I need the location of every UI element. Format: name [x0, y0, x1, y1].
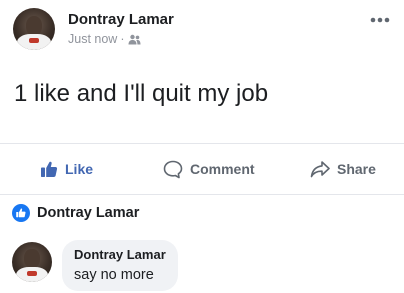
meta-separator: · — [120, 32, 125, 46]
comment-author[interactable]: Dontray Lamar — [74, 247, 166, 262]
post-text: 1 like and I'll quit my job — [14, 80, 269, 107]
share-button[interactable]: Share — [310, 152, 376, 186]
post-actions: Like Comment Share — [0, 152, 404, 186]
reactions-summary[interactable]: Dontray Lamar — [12, 203, 139, 223]
divider — [0, 143, 404, 144]
divider — [0, 194, 404, 195]
post-header: Dontray Lamar Just now · — [0, 0, 404, 62]
post-meta: Just now · — [68, 32, 141, 46]
like-button[interactable]: Like — [40, 152, 93, 186]
comment-bubble: Dontray Lamar say no more — [62, 240, 178, 291]
friends-icon[interactable] — [128, 34, 141, 45]
more-horizontal-icon[interactable] — [368, 12, 392, 28]
comment: Dontray Lamar say no more — [0, 236, 404, 293]
comment-button[interactable]: Comment — [163, 152, 255, 186]
liked-by-name[interactable]: Dontray Lamar — [37, 205, 139, 221]
post-author-name[interactable]: Dontray Lamar — [68, 11, 174, 28]
comment-text: say no more — [74, 267, 154, 283]
author-avatar[interactable] — [13, 8, 55, 50]
comment-icon — [163, 160, 183, 178]
thumbs-up-icon — [41, 161, 58, 177]
comment-label: Comment — [190, 161, 255, 177]
like-reaction-icon — [12, 204, 30, 222]
share-icon — [310, 161, 330, 178]
like-label: Like — [65, 161, 94, 177]
post-timestamp[interactable]: Just now — [68, 32, 117, 46]
share-label: Share — [337, 161, 376, 177]
commenter-avatar[interactable] — [12, 242, 52, 282]
